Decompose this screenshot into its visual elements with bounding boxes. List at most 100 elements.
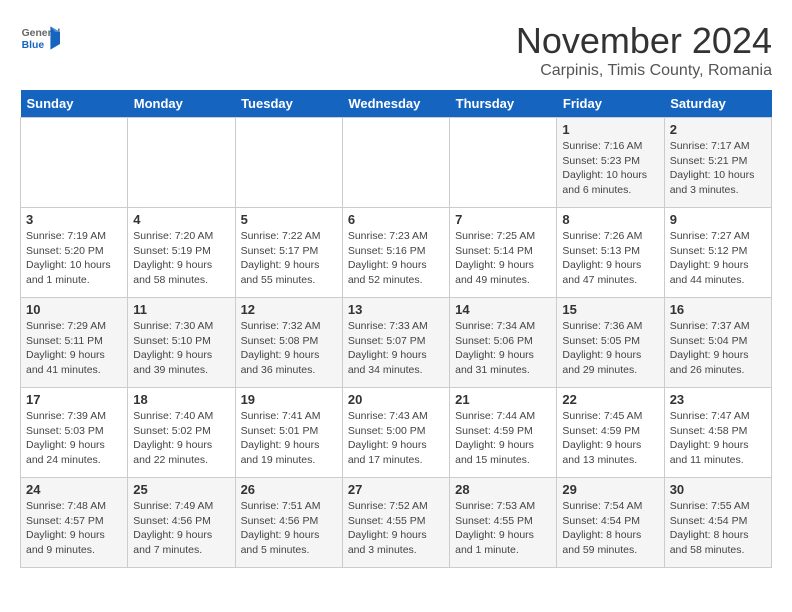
- calendar-cell: 18 Sunrise: 7:40 AM Sunset: 5:02 PM Dayli…: [128, 388, 235, 478]
- calendar-cell: 24 Sunrise: 7:48 AM Sunset: 4:57 PM Dayli…: [21, 478, 128, 568]
- day-info: Sunrise: 7:25 AM Sunset: 5:14 PM Dayligh…: [455, 229, 551, 288]
- logo: General Blue: [20, 20, 60, 60]
- day-info: Sunrise: 7:33 AM Sunset: 5:07 PM Dayligh…: [348, 319, 444, 378]
- day-info: Sunrise: 7:53 AM Sunset: 4:55 PM Dayligh…: [455, 499, 551, 558]
- calendar-cell: 8 Sunrise: 7:26 AM Sunset: 5:13 PM Daylig…: [557, 208, 664, 298]
- calendar-cell: 25 Sunrise: 7:49 AM Sunset: 4:56 PM Dayli…: [128, 478, 235, 568]
- svg-text:Blue: Blue: [22, 40, 45, 51]
- calendar-cell: 29 Sunrise: 7:54 AM Sunset: 4:54 PM Dayli…: [557, 478, 664, 568]
- month-title: November 2024: [516, 20, 772, 62]
- day-number: 12: [241, 302, 337, 317]
- calendar-cell: 3Sunrise: 7:19 AM Sunset: 5:20 PM Daylig…: [21, 208, 128, 298]
- day-number: 1: [562, 122, 658, 137]
- day-info: Sunrise: 7:36 AM Sunset: 5:05 PM Dayligh…: [562, 319, 658, 378]
- page-header: General Blue November 2024 Carpinis, Tim…: [20, 20, 772, 80]
- day-number: 17: [26, 392, 122, 407]
- weekday-header-saturday: Saturday: [664, 90, 771, 118]
- day-number: 19: [241, 392, 337, 407]
- week-row-5: 24 Sunrise: 7:48 AM Sunset: 4:57 PM Dayli…: [21, 478, 772, 568]
- title-area: November 2024 Carpinis, Timis County, Ro…: [516, 20, 772, 80]
- calendar-cell: 26Sunrise: 7:51 AM Sunset: 4:56 PM Dayli…: [235, 478, 342, 568]
- day-info: Sunrise: 7:48 AM Sunset: 4:57 PM Dayligh…: [26, 499, 122, 558]
- calendar-cell: 23 Sunrise: 7:47 AM Sunset: 4:58 PM Dayli…: [664, 388, 771, 478]
- day-info: Sunrise: 7:49 AM Sunset: 4:56 PM Dayligh…: [133, 499, 229, 558]
- calendar-cell: 11Sunrise: 7:30 AM Sunset: 5:10 PM Dayli…: [128, 298, 235, 388]
- day-info: Sunrise: 7:30 AM Sunset: 5:10 PM Dayligh…: [133, 319, 229, 378]
- day-info: Sunrise: 7:37 AM Sunset: 5:04 PM Dayligh…: [670, 319, 766, 378]
- day-info: Sunrise: 7:22 AM Sunset: 5:17 PM Dayligh…: [241, 229, 337, 288]
- calendar-cell: 14 Sunrise: 7:34 AM Sunset: 5:06 PM Dayli…: [450, 298, 557, 388]
- day-info: Sunrise: 7:45 AM Sunset: 4:59 PM Dayligh…: [562, 409, 658, 468]
- day-info: Sunrise: 7:34 AM Sunset: 5:06 PM Dayligh…: [455, 319, 551, 378]
- calendar-cell: 4 Sunrise: 7:20 AM Sunset: 5:19 PM Daylig…: [128, 208, 235, 298]
- calendar-cell: 1 Sunrise: 7:16 AM Sunset: 5:23 PM Daylig…: [557, 118, 664, 208]
- calendar-cell: [128, 118, 235, 208]
- calendar-cell: [21, 118, 128, 208]
- calendar-cell: 21 Sunrise: 7:44 AM Sunset: 4:59 PM Dayli…: [450, 388, 557, 478]
- calendar-cell: 22 Sunrise: 7:45 AM Sunset: 4:59 PM Dayli…: [557, 388, 664, 478]
- day-number: 6: [348, 212, 444, 227]
- day-number: 9: [670, 212, 766, 227]
- day-number: 24: [26, 482, 122, 497]
- calendar-cell: 30 Sunrise: 7:55 AM Sunset: 4:54 PM Dayli…: [664, 478, 771, 568]
- day-number: 16: [670, 302, 766, 317]
- calendar-cell: [450, 118, 557, 208]
- day-number: 28: [455, 482, 551, 497]
- weekday-header-thursday: Thursday: [450, 90, 557, 118]
- day-number: 8: [562, 212, 658, 227]
- day-number: 20: [348, 392, 444, 407]
- week-row-2: 3Sunrise: 7:19 AM Sunset: 5:20 PM Daylig…: [21, 208, 772, 298]
- calendar-cell: 10Sunrise: 7:29 AM Sunset: 5:11 PM Dayli…: [21, 298, 128, 388]
- day-number: 27: [348, 482, 444, 497]
- day-info: Sunrise: 7:29 AM Sunset: 5:11 PM Dayligh…: [26, 319, 122, 378]
- calendar-cell: 17 Sunrise: 7:39 AM Sunset: 5:03 PM Dayli…: [21, 388, 128, 478]
- day-info: Sunrise: 7:44 AM Sunset: 4:59 PM Dayligh…: [455, 409, 551, 468]
- day-number: 25: [133, 482, 229, 497]
- day-info: Sunrise: 7:17 AM Sunset: 5:21 PM Dayligh…: [670, 139, 766, 198]
- day-info: Sunrise: 7:41 AM Sunset: 5:01 PM Dayligh…: [241, 409, 337, 468]
- day-info: Sunrise: 7:16 AM Sunset: 5:23 PM Dayligh…: [562, 139, 658, 198]
- day-number: 21: [455, 392, 551, 407]
- day-number: 15: [562, 302, 658, 317]
- weekday-header-friday: Friday: [557, 90, 664, 118]
- day-info: Sunrise: 7:26 AM Sunset: 5:13 PM Dayligh…: [562, 229, 658, 288]
- day-info: Sunrise: 7:23 AM Sunset: 5:16 PM Dayligh…: [348, 229, 444, 288]
- day-number: 3: [26, 212, 122, 227]
- weekday-header-row: SundayMondayTuesdayWednesdayThursdayFrid…: [21, 90, 772, 118]
- subtitle: Carpinis, Timis County, Romania: [516, 62, 772, 80]
- day-info: Sunrise: 7:54 AM Sunset: 4:54 PM Dayligh…: [562, 499, 658, 558]
- calendar-cell: 7Sunrise: 7:25 AM Sunset: 5:14 PM Daylig…: [450, 208, 557, 298]
- day-info: Sunrise: 7:40 AM Sunset: 5:02 PM Dayligh…: [133, 409, 229, 468]
- weekday-header-tuesday: Tuesday: [235, 90, 342, 118]
- day-number: 14: [455, 302, 551, 317]
- day-number: 29: [562, 482, 658, 497]
- weekday-header-wednesday: Wednesday: [342, 90, 449, 118]
- day-info: Sunrise: 7:47 AM Sunset: 4:58 PM Dayligh…: [670, 409, 766, 468]
- day-number: 23: [670, 392, 766, 407]
- calendar-cell: 5Sunrise: 7:22 AM Sunset: 5:17 PM Daylig…: [235, 208, 342, 298]
- calendar-cell: [342, 118, 449, 208]
- day-info: Sunrise: 7:55 AM Sunset: 4:54 PM Dayligh…: [670, 499, 766, 558]
- calendar-cell: 2 Sunrise: 7:17 AM Sunset: 5:21 PM Daylig…: [664, 118, 771, 208]
- calendar-cell: 16 Sunrise: 7:37 AM Sunset: 5:04 PM Dayli…: [664, 298, 771, 388]
- week-row-3: 10Sunrise: 7:29 AM Sunset: 5:11 PM Dayli…: [21, 298, 772, 388]
- calendar-cell: 20Sunrise: 7:43 AM Sunset: 5:00 PM Dayli…: [342, 388, 449, 478]
- day-info: Sunrise: 7:39 AM Sunset: 5:03 PM Dayligh…: [26, 409, 122, 468]
- day-number: 30: [670, 482, 766, 497]
- calendar-cell: 19 Sunrise: 7:41 AM Sunset: 5:01 PM Dayli…: [235, 388, 342, 478]
- calendar-cell: 12Sunrise: 7:32 AM Sunset: 5:08 PM Dayli…: [235, 298, 342, 388]
- day-info: Sunrise: 7:52 AM Sunset: 4:55 PM Dayligh…: [348, 499, 444, 558]
- weekday-header-sunday: Sunday: [21, 90, 128, 118]
- calendar-cell: 6 Sunrise: 7:23 AM Sunset: 5:16 PM Daylig…: [342, 208, 449, 298]
- day-number: 2: [670, 122, 766, 137]
- day-number: 18: [133, 392, 229, 407]
- calendar-cell: 28 Sunrise: 7:53 AM Sunset: 4:55 PM Dayli…: [450, 478, 557, 568]
- calendar-cell: [235, 118, 342, 208]
- day-number: 22: [562, 392, 658, 407]
- calendar-cell: 9Sunrise: 7:27 AM Sunset: 5:12 PM Daylig…: [664, 208, 771, 298]
- day-number: 4: [133, 212, 229, 227]
- week-row-1: 1 Sunrise: 7:16 AM Sunset: 5:23 PM Daylig…: [21, 118, 772, 208]
- day-number: 13: [348, 302, 444, 317]
- week-row-4: 17 Sunrise: 7:39 AM Sunset: 5:03 PM Dayli…: [21, 388, 772, 478]
- day-info: Sunrise: 7:20 AM Sunset: 5:19 PM Dayligh…: [133, 229, 229, 288]
